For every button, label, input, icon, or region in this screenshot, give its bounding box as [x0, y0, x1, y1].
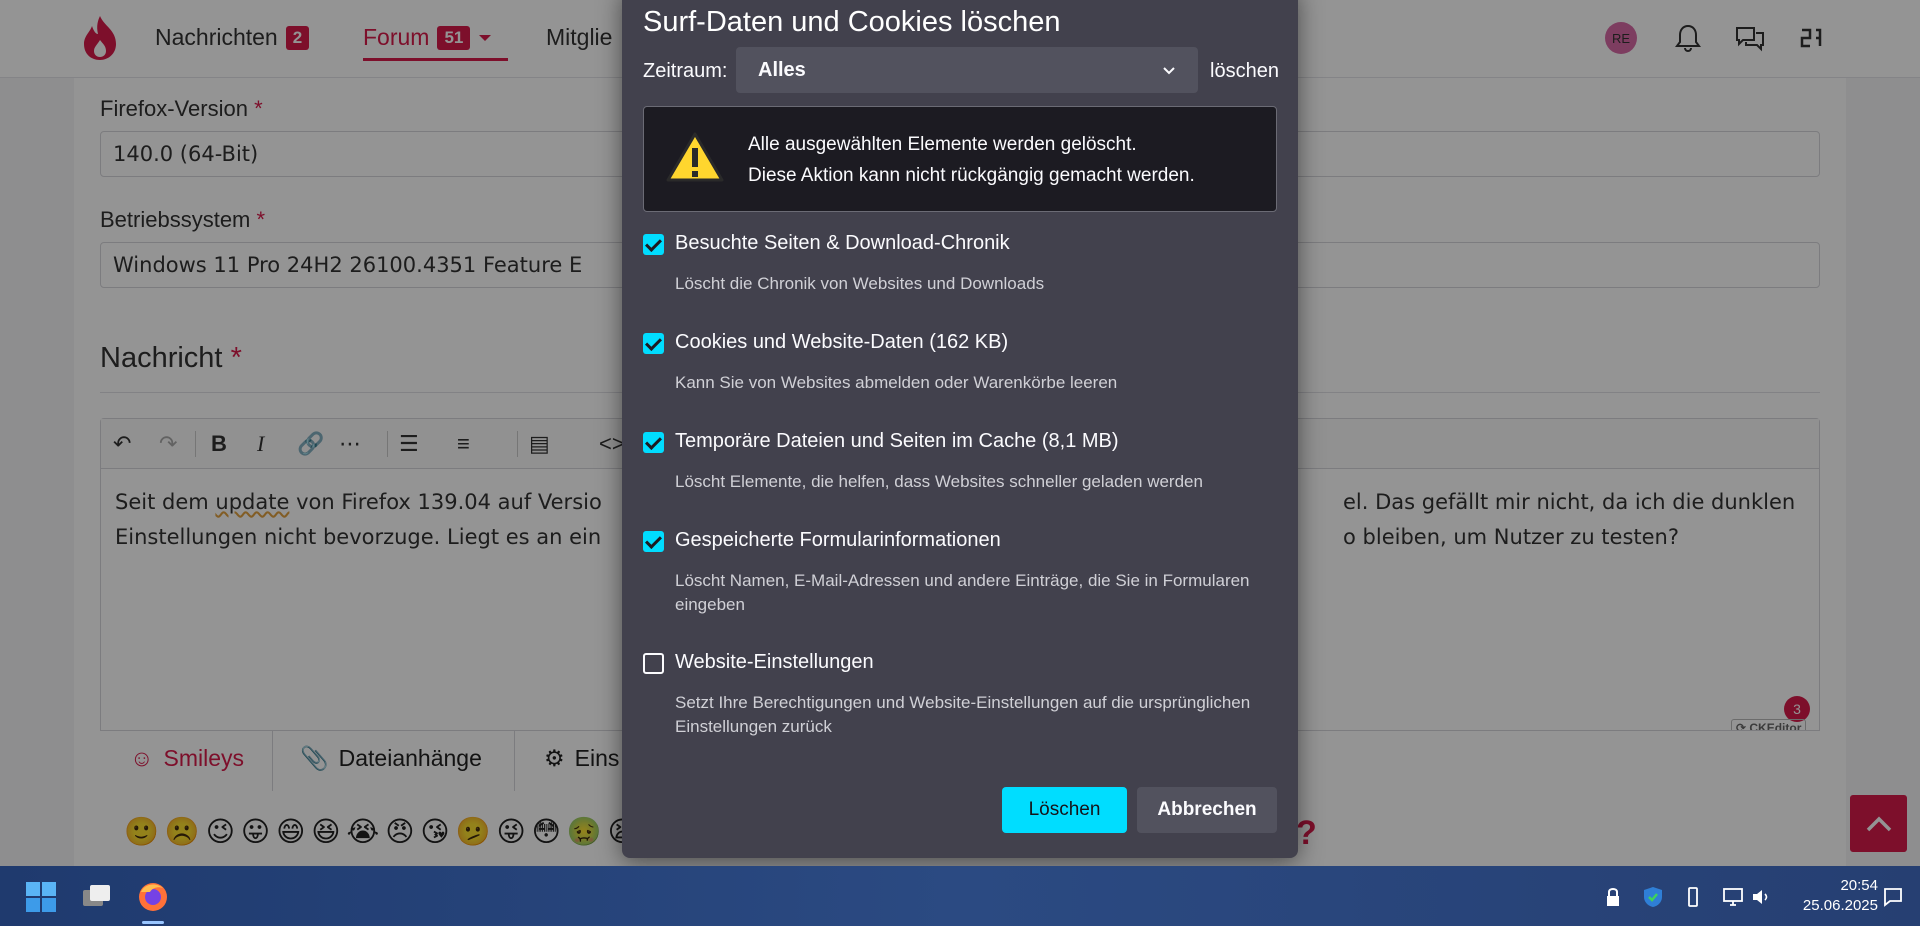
option-label: Cookies und Website-Daten (162 KB): [675, 331, 1009, 353]
time-range-label: Zeitraum:: [643, 60, 728, 82]
time-range-select[interactable]: Alles: [736, 47, 1198, 93]
warning-line-1: Alle ausgewählten Elemente werden gelösc…: [748, 134, 1137, 155]
warning-icon: [666, 132, 724, 182]
cookies-checkbox[interactable]: [643, 333, 664, 354]
option-description: Löscht Namen, E-Mail-Adressen und andere…: [675, 571, 1250, 614]
usb-device-icon[interactable]: [1682, 886, 1704, 908]
warning-text: Alle ausgewählten Elemente werden gelösc…: [748, 129, 1195, 191]
option-description: Löscht Elemente, die helfen, dass Websit…: [675, 472, 1203, 491]
notification-icon[interactable]: [1882, 886, 1904, 908]
option-description: Setzt Ihre Berechtigungen und Website-Ei…: [675, 693, 1251, 736]
time-range-value: Alles: [758, 58, 806, 81]
taskbar: 20:54 25.06.2025: [0, 866, 1920, 926]
clear-button[interactable]: Löschen: [1002, 787, 1127, 833]
option-description: Löscht die Chronik von Websites und Down…: [675, 274, 1045, 293]
option-description: Kann Sie von Websites abmelden oder Ware…: [675, 373, 1118, 392]
taskbar-clock[interactable]: 20:54 25.06.2025: [1788, 876, 1878, 916]
firefox-icon[interactable]: [136, 880, 170, 914]
cache-checkbox[interactable]: [643, 432, 664, 453]
clear-data-dialog: Surf-Daten und Cookies löschen Zeitraum:…: [622, 0, 1298, 858]
form-data-checkbox[interactable]: [643, 531, 664, 552]
chevron-down-icon: [1163, 66, 1175, 74]
option-label: Besuchte Seiten & Download-Chronik: [675, 232, 1010, 254]
lock-icon[interactable]: [1602, 886, 1624, 908]
cancel-button[interactable]: Abbrechen: [1137, 787, 1277, 833]
option-label: Temporäre Dateien und Seiten im Cache (8…: [675, 430, 1119, 452]
warning-box: Alle ausgewählten Elemente werden gelösc…: [643, 106, 1277, 212]
clock-time: 20:54: [1840, 877, 1878, 894]
clock-date: 25.06.2025: [1802, 897, 1878, 914]
windows-start-icon[interactable]: [24, 880, 58, 914]
warning-line-2: Diese Aktion kann nicht rückgängig gemac…: [748, 165, 1195, 186]
active-app-indicator: [142, 921, 164, 924]
security-shield-icon[interactable]: [1642, 886, 1664, 908]
speaker-icon[interactable]: [1750, 886, 1772, 908]
network-icon[interactable]: [1722, 886, 1744, 908]
option-label: Gespeicherte Formularinformationen: [675, 529, 1001, 551]
task-view-icon[interactable]: [80, 880, 114, 914]
time-range-suffix: löschen: [1210, 60, 1279, 82]
dialog-title: Surf-Daten und Cookies löschen: [643, 6, 1061, 38]
option-label: Website-Einstellungen: [675, 651, 874, 673]
site-settings-checkbox[interactable]: [643, 653, 664, 674]
history-checkbox[interactable]: [643, 234, 664, 255]
